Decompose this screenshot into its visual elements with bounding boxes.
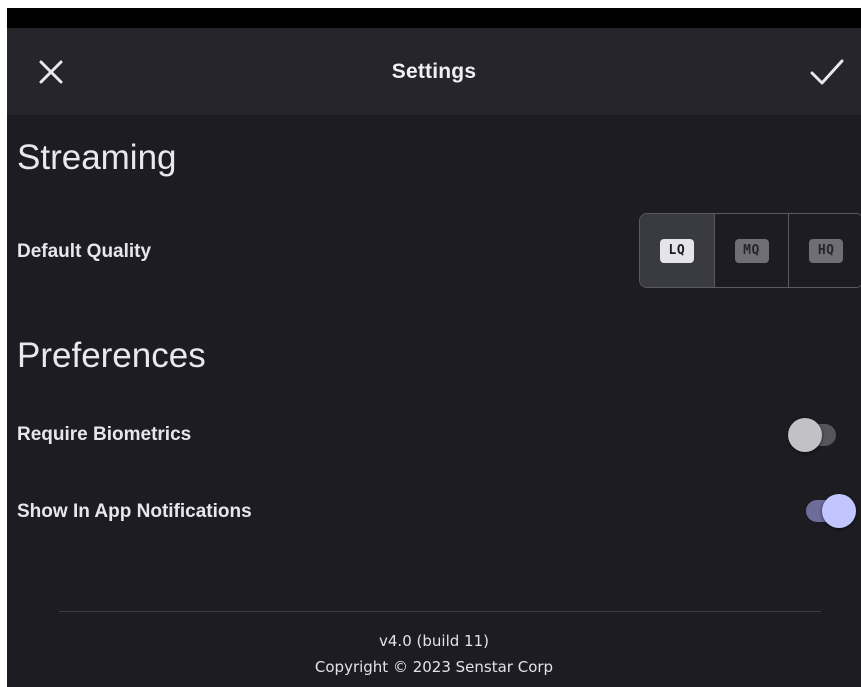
- show-in-app-notifications-label: Show In App Notifications: [17, 501, 252, 522]
- footer-divider: [59, 611, 821, 612]
- hq-icon: HQ: [809, 238, 844, 263]
- default-quality-label: Default Quality: [17, 241, 152, 262]
- status-bar: [7, 8, 861, 28]
- app-window: Settings Streaming Default Quality LQ MQ…: [7, 8, 861, 687]
- version-text: v4.0 (build 11): [379, 632, 489, 650]
- quality-selector: LQ MQ HQ: [639, 213, 861, 288]
- check-icon: [810, 59, 844, 85]
- show-in-app-notifications-toggle[interactable]: [798, 488, 858, 528]
- mq-icon: MQ: [734, 238, 769, 263]
- app-bar: Settings: [7, 28, 861, 115]
- page-title: Settings: [391, 59, 477, 83]
- confirm-button[interactable]: [807, 54, 847, 90]
- close-button[interactable]: [33, 54, 69, 90]
- preferences-section-title: Preferences: [17, 336, 206, 375]
- quality-hq-button[interactable]: HQ: [788, 214, 861, 287]
- require-biometrics-label: Require Biometrics: [17, 424, 192, 445]
- toggle-thumb: [788, 418, 822, 452]
- toggle-thumb: [822, 494, 856, 528]
- quality-lq-button[interactable]: LQ: [640, 214, 714, 287]
- lq-icon: LQ: [659, 238, 694, 263]
- streaming-section-title: Streaming: [17, 138, 177, 177]
- copyright-text: Copyright © 2023 Senstar Corp: [314, 658, 554, 676]
- close-icon: [39, 60, 63, 84]
- require-biometrics-toggle[interactable]: [786, 412, 846, 452]
- quality-mq-button[interactable]: MQ: [713, 214, 789, 287]
